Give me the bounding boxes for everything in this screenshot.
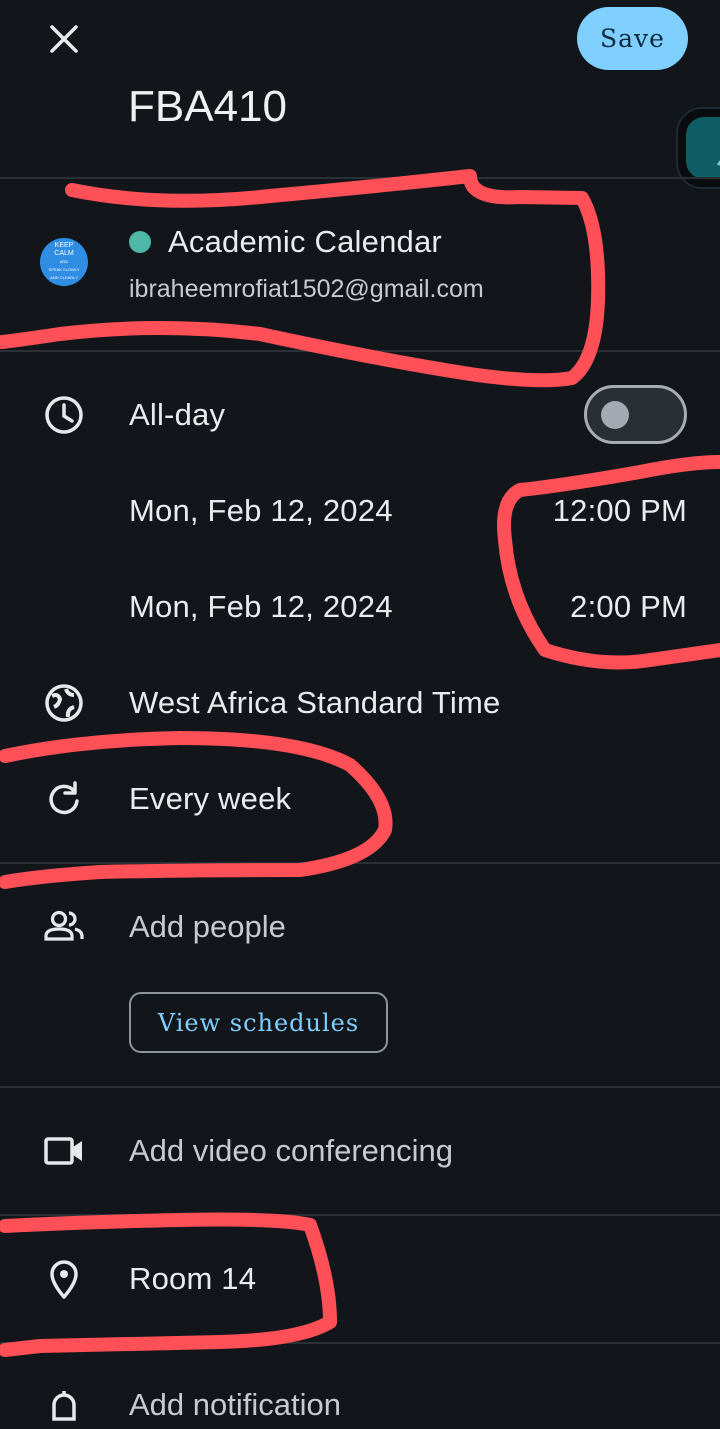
divider: [0, 1086, 720, 1088]
start-time[interactable]: 12:00 PM: [553, 493, 687, 529]
location-pin-icon: [42, 1257, 86, 1301]
event-title[interactable]: FBA410: [128, 82, 287, 132]
repeat-icon: [42, 777, 86, 821]
divider: [0, 1214, 720, 1216]
end-time[interactable]: 2:00 PM: [570, 589, 687, 625]
avatar-text: KEEP: [54, 242, 74, 249]
avatar-text: AND: [59, 259, 69, 264]
avatar-text: AND CLEARLY: [50, 275, 78, 280]
calendar-name[interactable]: Academic Calendar: [168, 224, 442, 260]
repeat-rule[interactable]: Every week: [129, 781, 291, 817]
add-video-conferencing[interactable]: Add video conferencing: [129, 1133, 453, 1169]
bell-icon: [42, 1385, 86, 1429]
edit-icon: [686, 117, 720, 179]
calendar-color-dot: [129, 231, 151, 253]
end-date[interactable]: Mon, Feb 12, 2024: [129, 589, 393, 625]
clock-icon: [42, 393, 86, 437]
avatar-text: SPEAK SLOWLY: [48, 267, 80, 272]
globe-icon: [42, 681, 86, 725]
divider: [0, 1342, 720, 1344]
account-email: ibraheemrofiat1502@gmail.com: [129, 275, 484, 303]
all-day-label: All-day: [129, 397, 226, 432]
video-icon: [42, 1129, 86, 1173]
avatar-text: CALM: [54, 250, 74, 257]
add-people[interactable]: Add people: [129, 909, 286, 945]
people-icon: [42, 905, 86, 949]
avatar[interactable]: KEEP CALM AND SPEAK SLOWLY AND CLEARLY: [40, 238, 88, 286]
location[interactable]: Room 14: [129, 1261, 256, 1297]
all-day-toggle[interactable]: [584, 385, 687, 444]
divider: [0, 350, 720, 352]
view-schedules-button[interactable]: View schedules: [129, 992, 388, 1053]
timezone[interactable]: West Africa Standard Time: [129, 685, 500, 721]
start-date[interactable]: Mon, Feb 12, 2024: [129, 493, 393, 529]
divider: [0, 862, 720, 864]
save-button[interactable]: Save: [577, 7, 688, 70]
close-icon[interactable]: [42, 17, 86, 61]
divider: [0, 177, 720, 179]
